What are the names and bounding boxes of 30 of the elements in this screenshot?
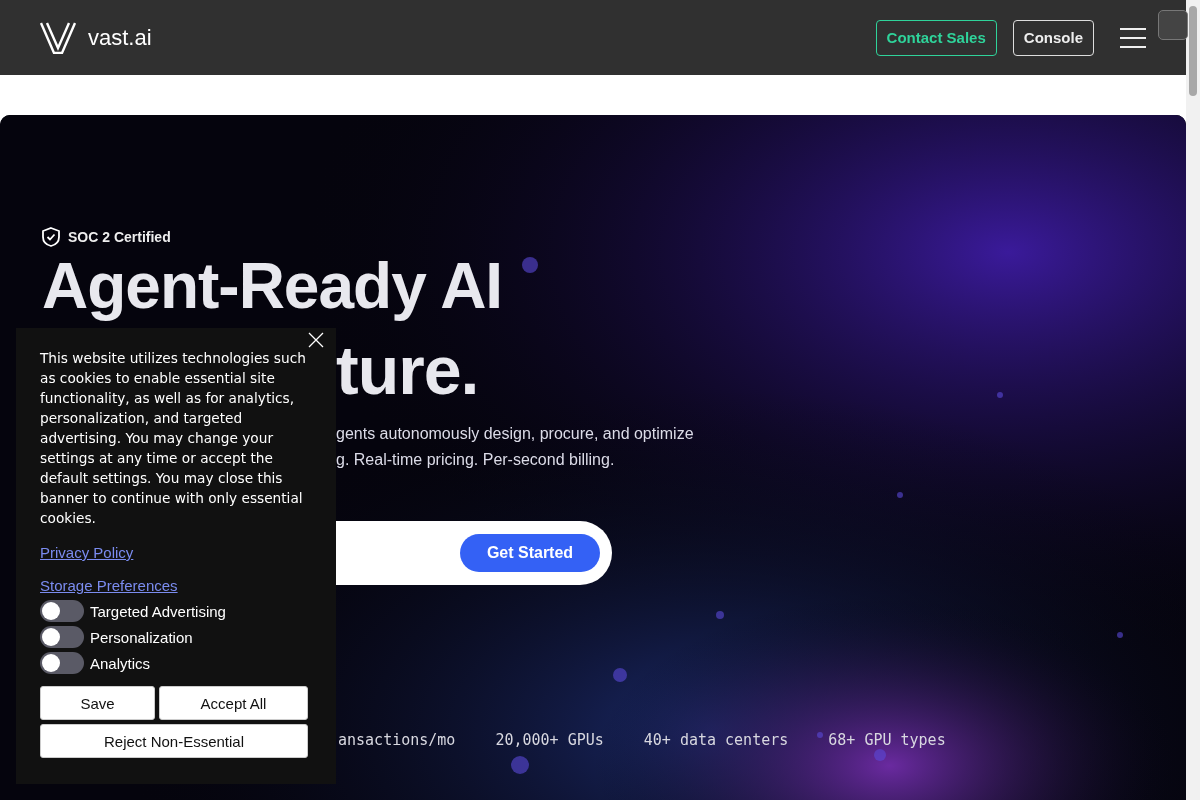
- toggle-label: Personalization: [90, 628, 193, 646]
- privacy-policy-link[interactable]: Privacy Policy: [40, 544, 134, 561]
- menu-icon[interactable]: [1120, 26, 1146, 49]
- description-text: g. Real-time pricing. Per-second billing.: [336, 450, 616, 470]
- toggle-switch[interactable]: [40, 626, 84, 648]
- stat-text: 20,000+ GPUs: [495, 731, 604, 749]
- save-button[interactable]: Save: [40, 686, 155, 720]
- reject-button[interactable]: Reject Non-Essential: [40, 724, 308, 758]
- logo-icon: [40, 21, 76, 54]
- accept-all-button[interactable]: Accept All: [159, 686, 308, 720]
- stat-text: 40+ data centers: [643, 731, 789, 749]
- headline: ture.: [336, 335, 480, 405]
- certification-label: SOC 2 Certified: [68, 229, 171, 245]
- storage-preferences-link[interactable]: Storage Preferences: [40, 577, 178, 594]
- stat-text: ansactions/mo: [338, 731, 456, 749]
- headline: Agent-Ready AI: [42, 251, 504, 321]
- close-icon[interactable]: [306, 330, 326, 350]
- cookie-notice-text: This website utilizes technologies such as cookies to enable essential site functionality, as well as for analytics, personalization, and targeted advertising. You may change your settings at any time or accept the default settings. You may close this banner to continue with only essential cookies.: [40, 349, 307, 528]
- toggle-label: Targeted Advertising: [90, 602, 226, 620]
- console-button[interactable]: Console: [1012, 19, 1094, 56]
- shield-check-icon: [42, 227, 60, 247]
- logo-text: vast.ai: [88, 24, 152, 51]
- toggle-switch[interactable]: [40, 652, 84, 674]
- toggle-switch[interactable]: [40, 600, 84, 622]
- contact-sales-button[interactable]: Contact Sales: [875, 19, 997, 56]
- description-text: gents autonomously design, procure, and optimize: [336, 424, 695, 444]
- get-started-button[interactable]: Get Started: [460, 534, 600, 572]
- stat-text: 68+ GPU types: [828, 731, 946, 749]
- toggle-label: Analytics: [90, 654, 151, 672]
- scrollbar-thumb[interactable]: [1189, 6, 1197, 96]
